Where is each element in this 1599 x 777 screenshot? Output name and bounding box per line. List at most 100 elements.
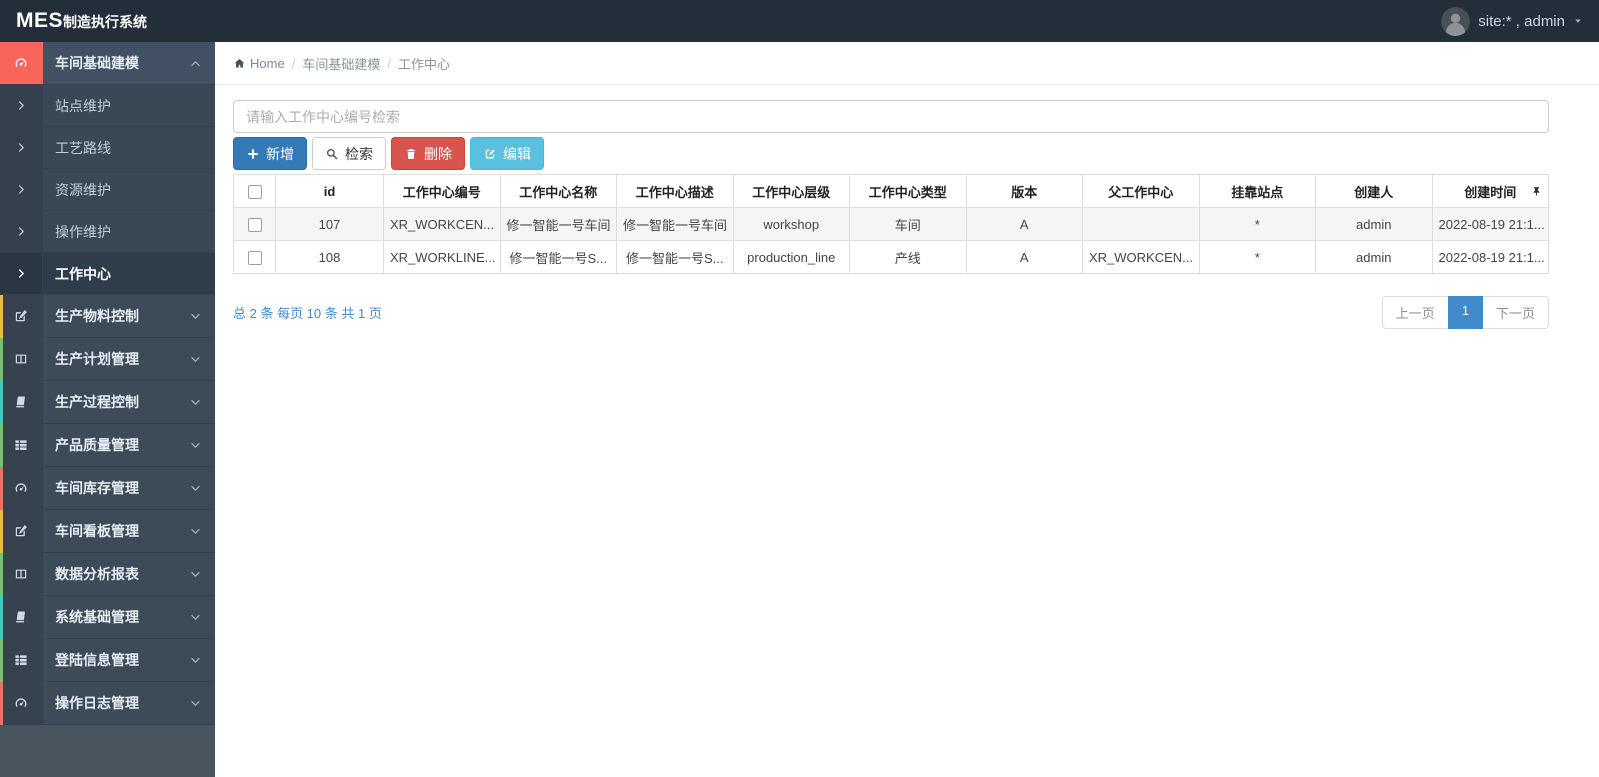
table-cell: 产线 [849,240,967,274]
dashboard-icon [0,682,43,724]
column-header: 创建时间 [1431,174,1549,208]
chevron-down-icon [190,397,201,408]
row-select-cell [233,240,276,274]
table-row: 107 XR_WORKCEN... 修一智能一号车间 修一智能一号车间 workshop… [233,207,1549,241]
chevron-down-icon [190,698,201,709]
caret-down-icon [1573,16,1583,26]
group-color-strip [0,424,3,467]
edit-icon [0,295,43,337]
work-center-table: id 工作中心编号 工作中心名称 工作中心描述 工作中心层级 工作中心类型 版本 父工作中心挂… [233,174,1549,274]
sidebar-group[interactable]: 车间库存管理 [0,467,215,510]
table-cell: A [965,240,1083,274]
table-cell [1082,207,1200,241]
pin-icon[interactable] [1531,186,1542,197]
sidebar-subitem[interactable]: 操作维护 [0,211,215,253]
add-button-label: 新增 [266,145,294,162]
select-all-header [233,174,276,208]
home-icon [233,57,246,70]
chevron-down-icon [190,655,201,666]
table-cell: * [1198,207,1316,241]
sidebar-subitem[interactable]: 资源维护 [0,169,215,211]
page-1-button[interactable]: 1 [1447,296,1483,329]
breadcrumb-item-work-center: 工作中心 [397,56,450,72]
group-color-strip [0,295,3,338]
sidebar-group[interactable]: 生产计划管理 [0,338,215,381]
search-icon [325,147,339,161]
table-cell: XR_WORKLINE... [383,240,501,274]
sidebar-group[interactable]: 生产过程控制 [0,381,215,424]
sidebar-group[interactable]: 登陆信息管理 [0,639,215,682]
user-menu[interactable]: site:* , admin [1441,6,1583,36]
search-button-label: 检索 [345,145,373,162]
delete-button[interactable]: 删除 [391,137,465,170]
column-header: 版本 [965,174,1083,208]
avatar [1441,6,1471,36]
column-header: 工作中心名称 [499,174,617,208]
select-all-checkbox[interactable] [247,184,262,199]
column-header: 工作中心编号 [383,174,501,208]
search-button[interactable]: 检索 [312,137,386,170]
sidebar-group-label: 生产物料控制 [55,308,139,324]
group-color-strip [0,467,3,510]
group-color-strip [0,510,3,553]
sidebar-group[interactable]: 车间看板管理 [0,510,215,553]
group-color-strip [0,596,3,639]
dashboard-icon [0,467,43,509]
chevron-right-icon [0,127,43,168]
sidebar-group-label: 数据分析报表 [55,566,139,582]
logo-mes: MES [16,9,64,32]
column-header: 工作中心类型 [849,174,967,208]
chevron-right-icon [0,169,43,210]
sidebar-group[interactable]: 操作日志管理 [0,682,215,725]
breadcrumb-separator: / [387,55,391,71]
columns-icon [0,338,43,380]
sidebar-group[interactable]: 产品质量管理 [0,424,215,467]
table-cell: XR_WORKCEN... [1082,240,1200,274]
table-cell: 修一智能一号车间 [499,207,617,241]
pagination-summary[interactable]: 总 2 条 每页 10 条 共 1 页 [233,303,382,322]
sidebar-subitem[interactable]: 工艺路线 [0,127,215,169]
sidebar-group-label: 产品质量管理 [55,437,139,453]
table-cell: production_line [732,240,850,274]
sidebar-group-workshop-modeling[interactable]: 车间基础建模 [0,42,215,85]
breadcrumb-separator: / [291,55,296,71]
sidebar-subitem-label: 工艺路线 [55,139,111,156]
add-button[interactable]: 新增 [233,137,307,170]
search-input[interactable] [233,100,1549,133]
topbar: MES 制造执行系统 site:* , admin [0,0,1599,42]
row-checkbox[interactable] [247,250,262,265]
sidebar-group-label: 车间看板管理 [55,523,139,539]
table-cell: 108 [275,240,384,274]
sidebar-group-label: 生产计划管理 [55,351,139,367]
breadcrumb-item-workshop-modeling[interactable]: 车间基础建模 [302,54,380,73]
chevron-down-icon [190,440,201,451]
sidebar-subitem-label: 操作维护 [55,223,111,240]
sidebar-submenu: 站点维护工艺路线资源维护操作维护工作中心 [0,85,215,295]
table-row: 108 XR_WORKLINE... 修一智能一号S... 修一智能一号S... pro… [233,240,1549,274]
plus-icon [246,147,260,161]
column-header: 工作中心描述 [616,174,734,208]
edit-button[interactable]: 编辑 [470,137,544,170]
breadcrumb-home-label: Home [250,55,285,71]
prev-page-button[interactable]: 上一页 [1381,296,1449,329]
sidebar-subitem[interactable]: 站点维护 [0,85,215,127]
sidebar-groups: 生产物料控制 生产计划管理生产过程控制产品质量管理车间库存管理车间看板管理 数据分析… [0,295,215,725]
pager: 上一页 1 下一页 [1381,296,1549,329]
next-page-button[interactable]: 下一页 [1481,296,1549,329]
table-cell: workshop [732,207,850,241]
toolbar: 新增 检索 删除 编辑 [233,137,1549,170]
edit-button-label: 编辑 [503,145,531,162]
sidebar-group[interactable]: 数据分析报表 [0,553,215,596]
sidebar-subitem[interactable]: 工作中心 [0,253,215,295]
row-checkbox[interactable] [247,217,262,232]
table-cell: 修一智能一号S... [499,240,617,274]
group-color-strip [0,553,3,596]
app-logo[interactable]: MES 制造执行系统 [16,9,147,33]
main-area: Home / 车间基础建模 / 工作中心 新增 检索 删除 编辑 [215,42,1599,777]
breadcrumb-home[interactable]: Home [233,56,285,71]
table-cell: 107 [275,207,384,241]
column-header: 挂靠站点 [1198,174,1316,208]
table-cell: admin [1315,240,1433,274]
sidebar-group[interactable]: 生产物料控制 [0,295,215,338]
sidebar-group[interactable]: 系统基础管理 [0,596,215,639]
